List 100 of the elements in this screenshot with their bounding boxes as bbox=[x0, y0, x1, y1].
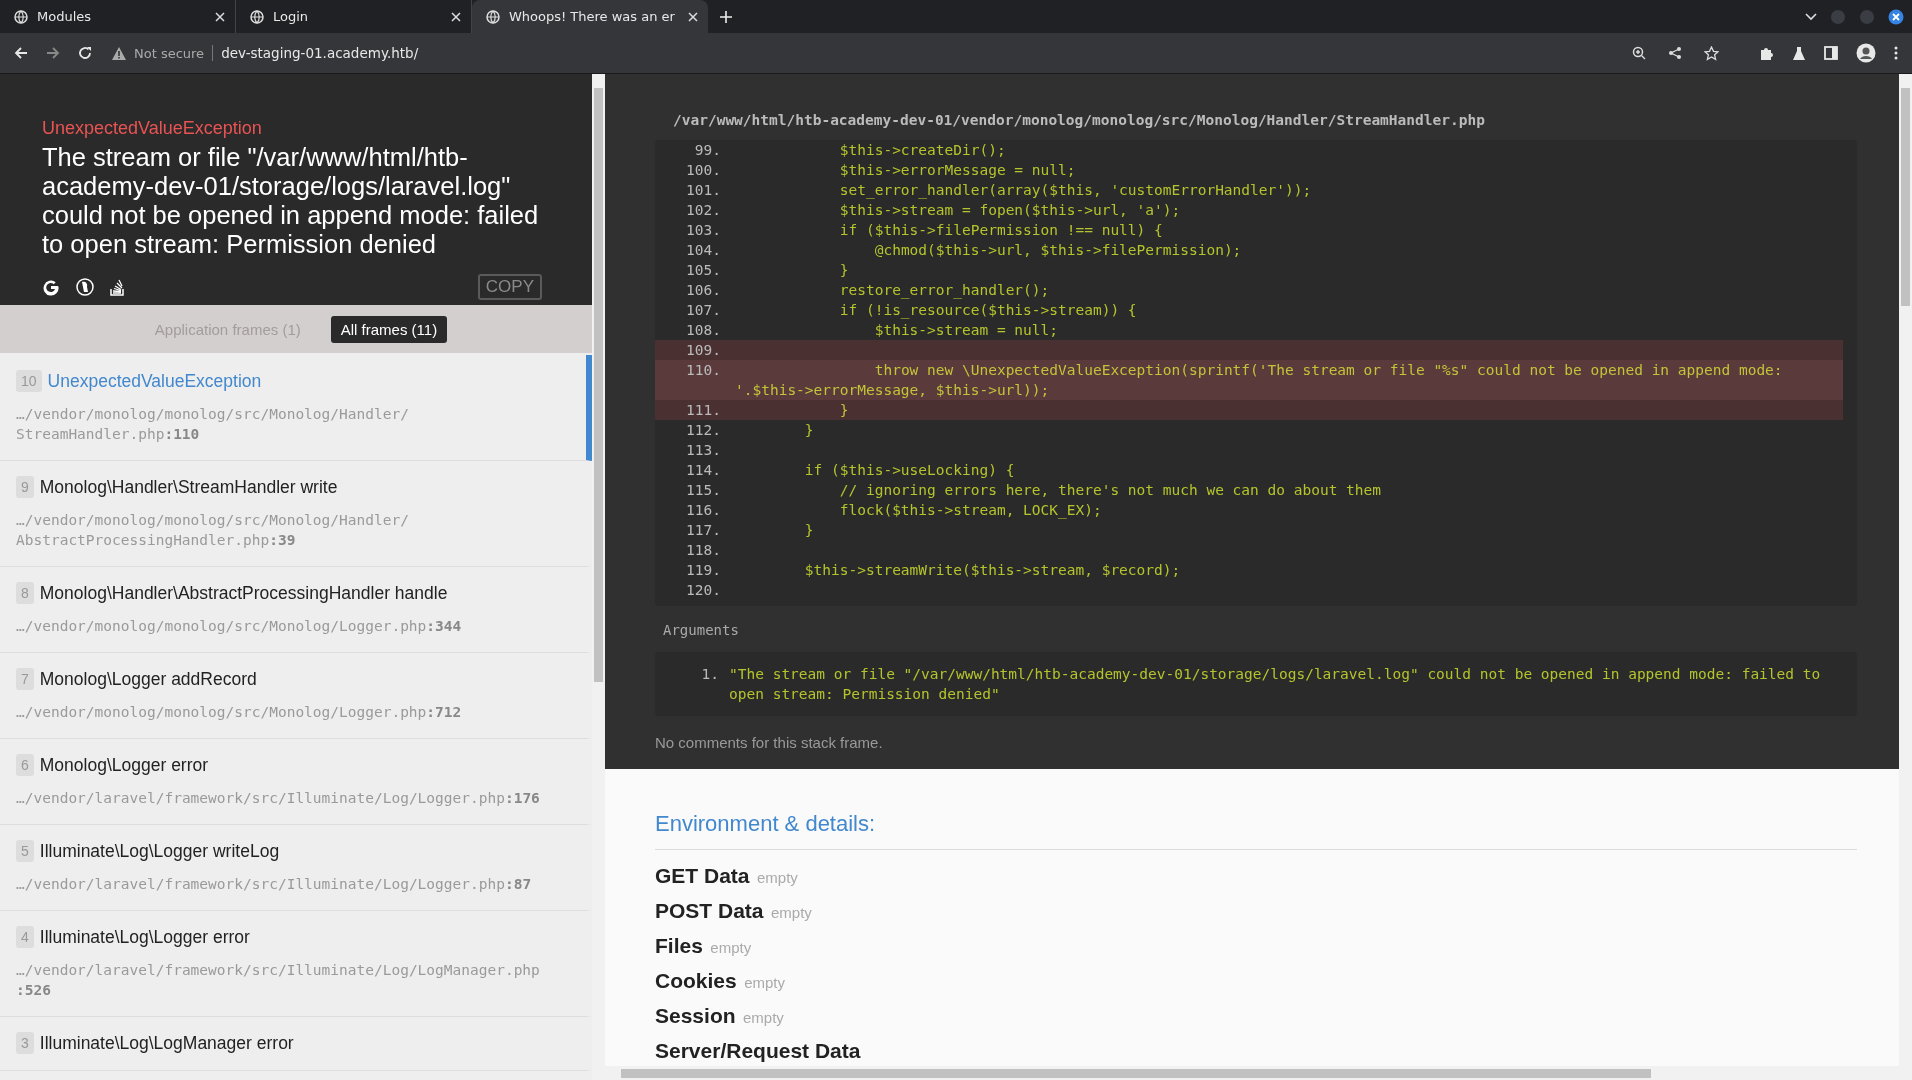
horizontal-scrollbar[interactable] bbox=[605, 1066, 1912, 1080]
code-line: restore_error_handler(); bbox=[838, 281, 1051, 300]
line-number: 99. bbox=[693, 141, 722, 160]
arguments-label: Arguments bbox=[663, 622, 740, 638]
section-title: GET Data bbox=[655, 864, 750, 887]
exception-class: UnexpectedValueException bbox=[42, 118, 263, 139]
line-number: 100. bbox=[685, 161, 722, 180]
scrollbar[interactable] bbox=[1899, 74, 1912, 1066]
frame-title: UnexpectedValueException bbox=[47, 370, 262, 392]
back-icon[interactable] bbox=[14, 46, 28, 60]
line-number: 101. bbox=[685, 181, 722, 200]
empty-label: empty bbox=[744, 974, 785, 991]
code-line: set_error_handler(array($this, 'customErrorHandler')); bbox=[838, 181, 1313, 200]
code-line: $this->stream = null; bbox=[873, 321, 1059, 340]
frame-title: Illuminate\Log\Logger writeLog bbox=[39, 840, 280, 862]
argument-value: "The stream or file "/var/www/html/htb-academy-dev-01/storage/logs/laravel.log" could not be opened in append mode: failed to open stream: Permission denied" bbox=[729, 665, 1822, 704]
line-number: 117. bbox=[685, 521, 722, 540]
close-icon[interactable] bbox=[215, 11, 225, 22]
empty-label: empty bbox=[710, 939, 752, 956]
line-number: 108. bbox=[685, 321, 722, 340]
close-icon[interactable] bbox=[1888, 8, 1904, 25]
line-number: 114. bbox=[685, 461, 722, 480]
code-line: } bbox=[838, 401, 850, 420]
code-line: $this->errorMessage = null; bbox=[838, 161, 1077, 180]
code-line: if (!is_resource($this->stream)) { bbox=[838, 301, 1138, 320]
line-number: 116. bbox=[685, 501, 722, 520]
code-line: } bbox=[838, 261, 850, 280]
share-icon[interactable] bbox=[1668, 46, 1682, 60]
line-number: 110. bbox=[685, 361, 722, 380]
comments-text: No comments for this stack frame. bbox=[655, 734, 884, 751]
close-icon[interactable] bbox=[688, 11, 698, 22]
empty-label: empty bbox=[771, 904, 812, 921]
argument-number: 1. bbox=[700, 665, 720, 684]
section-title: Server/Request Data bbox=[655, 1039, 861, 1062]
line-number: 119. bbox=[685, 561, 722, 580]
code-line: $this->streamWrite($this->stream, $record); bbox=[803, 561, 1182, 580]
frame-number: 3 bbox=[16, 1032, 34, 1054]
code-line: if ($this->filePermission !== null) { bbox=[838, 221, 1164, 240]
code-line: $this->createDir(); bbox=[838, 141, 1007, 160]
frame-title: Monolog\Logger addRecord bbox=[39, 668, 257, 690]
frame-title: Monolog\Handler\AbstractProcessingHandler handle bbox=[39, 582, 448, 604]
frame-file-path: …/vendor/laravel/framework/src/Illuminate/Log/Logger.php:87 bbox=[16, 875, 533, 894]
line-number: 113. bbox=[685, 441, 722, 460]
flask-icon[interactable] bbox=[1792, 45, 1806, 61]
code-line: @chmod($this->url, $this->filePermission); bbox=[873, 241, 1243, 260]
frame-file-path: …/vendor/monolog/monolog/src/Monolog/Logger.php:712 bbox=[16, 703, 463, 722]
stack-icon[interactable] bbox=[110, 278, 124, 296]
chevron-down-icon[interactable] bbox=[1805, 12, 1817, 21]
line-number: 120. bbox=[685, 581, 722, 600]
code-line: } bbox=[803, 421, 815, 440]
section-title: Cookies bbox=[655, 969, 737, 992]
frame-number: 5 bbox=[16, 840, 34, 862]
frame-number: 10 bbox=[16, 370, 42, 392]
new-tab-icon[interactable] bbox=[720, 10, 732, 23]
line-number: 104. bbox=[685, 241, 722, 260]
url-text[interactable]: dev-staging-01.academy.htb/ bbox=[221, 45, 419, 61]
code-file-path: /var/www/html/htb-academy-dev-01/vendor/monolog/monolog/src/Monolog/Handler/StreamHandler.php bbox=[673, 112, 1486, 128]
section-title: Files bbox=[655, 934, 703, 957]
reload-icon[interactable] bbox=[78, 46, 92, 60]
copy-button[interactable]: COPY bbox=[477, 274, 542, 300]
empty-label: empty bbox=[757, 869, 798, 886]
section-heading: Environment & details: bbox=[655, 811, 1857, 850]
security-label[interactable]: Not secure bbox=[134, 45, 205, 61]
line-number: 111. bbox=[685, 401, 722, 420]
code-line: $this->stream = fopen($this->url, 'a'); bbox=[838, 201, 1182, 220]
star-icon[interactable] bbox=[1704, 45, 1719, 61]
zoom-icon[interactable] bbox=[1632, 46, 1646, 60]
warning-icon[interactable] bbox=[112, 46, 126, 60]
line-number: 106. bbox=[685, 281, 722, 300]
frame-file-path: …/vendor/monolog/monolog/src/Monolog/Handler/AbstractProcessingHandler.php:39 bbox=[16, 511, 410, 550]
frame-number: 7 bbox=[16, 668, 34, 690]
frame-file-path: …/vendor/monolog/monolog/src/Monolog/Logger.php:344 bbox=[16, 617, 463, 636]
menu-icon[interactable] bbox=[1894, 46, 1898, 60]
frame-title: Monolog\Handler\StreamHandler write bbox=[39, 476, 338, 498]
code-line: if ($this->useLocking) { bbox=[803, 461, 1016, 480]
frame-title: Illuminate\Log\Logger error bbox=[39, 926, 250, 948]
frame-number: 6 bbox=[16, 754, 34, 776]
line-number: 109. bbox=[685, 341, 722, 360]
profile-icon[interactable] bbox=[1856, 43, 1876, 63]
frame-number: 4 bbox=[16, 926, 34, 948]
line-number: 112. bbox=[685, 421, 722, 440]
puzzle-icon[interactable] bbox=[1759, 45, 1774, 61]
globe-icon bbox=[250, 9, 264, 24]
close-icon[interactable] bbox=[451, 11, 461, 22]
filter-tab[interactable]: All frames (11) bbox=[330, 315, 448, 343]
browser-tab[interactable]: Whoops! There was an er bbox=[472, 0, 708, 33]
google-icon[interactable] bbox=[42, 278, 60, 296]
line-number: 102. bbox=[685, 201, 722, 220]
side-panel-icon[interactable] bbox=[1824, 46, 1838, 60]
section-title: POST Data bbox=[655, 899, 764, 922]
frame-number: 8 bbox=[16, 582, 34, 604]
line-number: 118. bbox=[685, 541, 722, 560]
frame-number: 9 bbox=[16, 476, 34, 498]
scrollbar[interactable] bbox=[592, 74, 605, 1080]
line-number: 103. bbox=[685, 221, 722, 240]
exception-message: The stream or file "/var/www/html/htb-academy-dev-01/storage/logs/laravel.log" could not be opened in append mode: failed to open stream: Permission denied bbox=[42, 143, 540, 259]
line-number: 107. bbox=[685, 301, 722, 320]
code-line: // ignoring errors here, there's not much we can do about them bbox=[838, 481, 1382, 500]
forward-icon[interactable] bbox=[46, 46, 60, 60]
code-line: flock($this->stream, LOCK_EX); bbox=[838, 501, 1103, 520]
